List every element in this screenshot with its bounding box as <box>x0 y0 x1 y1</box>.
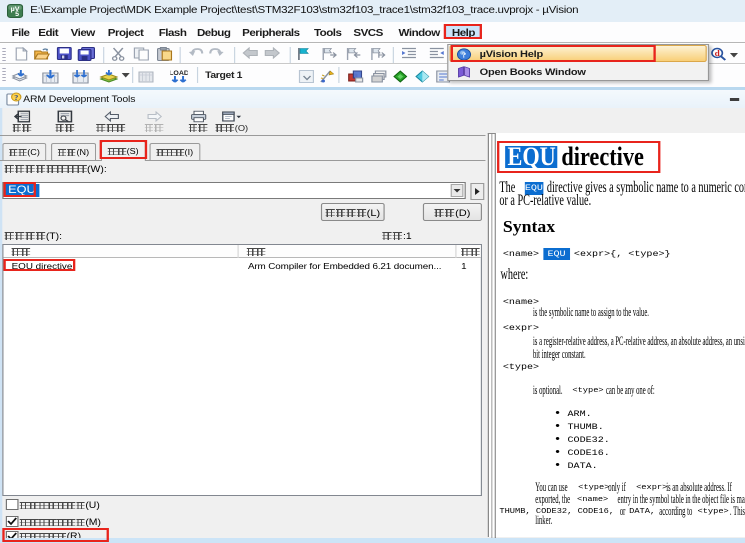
svg-text:d: d <box>715 49 720 58</box>
svg-text:LOAD: LOAD <box>170 70 187 76</box>
svg-text:5: 5 <box>15 12 19 18</box>
svg-text:?: ? <box>14 94 18 102</box>
